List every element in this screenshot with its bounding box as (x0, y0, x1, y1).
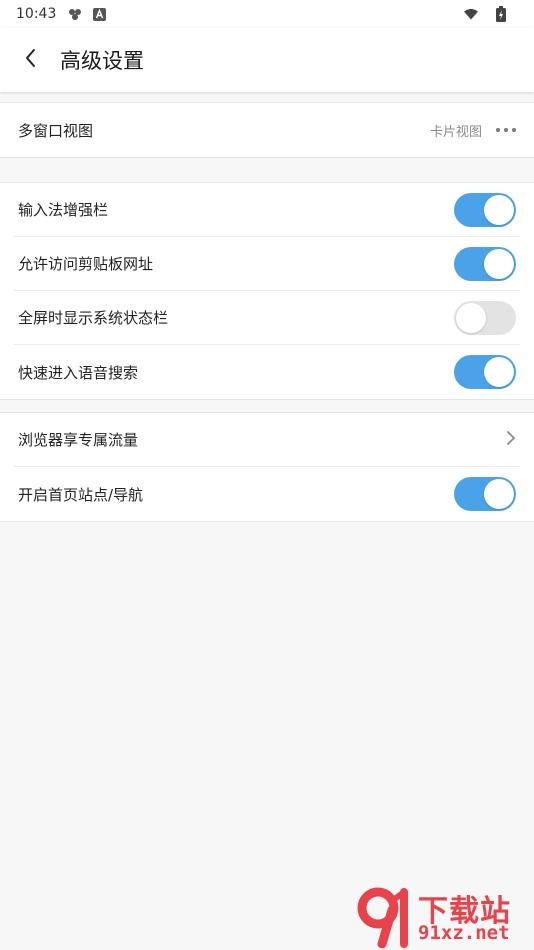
wifi-icon (464, 7, 478, 21)
input-method-bar-label: 输入法增强栏 (18, 201, 109, 219)
fullscreen-statusbar-row: 全屏时显示系统状态栏 (14, 291, 520, 345)
multi-window-view-value: 卡片视图 (429, 124, 482, 140)
watermark-url: 91xz.net (418, 922, 510, 944)
watermark: 下载站 91xz.net (356, 886, 526, 949)
notification-app-icon (68, 7, 82, 21)
watermark-logo-icon (356, 886, 416, 949)
fullscreen-statusbar-label: 全屏时显示系统状态栏 (18, 309, 169, 327)
voice-search-label: 快速进入语音搜索 (18, 363, 139, 382)
app-bar: 高级设置 (0, 28, 534, 92)
multi-window-view-row[interactable]: 多窗口视图 卡片视图 (14, 103, 520, 157)
chevron-left-icon (23, 47, 37, 73)
homepage-sites-row: 开启首页站点/导航 (14, 467, 520, 521)
back-button[interactable] (0, 28, 60, 92)
chevron-right-icon (506, 430, 516, 450)
clipboard-url-label: 允许访问剪贴板网址 (18, 255, 154, 273)
status-bar: 10:43 (0, 0, 534, 28)
clipboard-url-toggle[interactable] (454, 246, 516, 281)
font-a-icon (92, 7, 106, 21)
page-title: 高级设置 (60, 49, 144, 73)
extra-settings-group: 浏览器享专属流量 开启首页站点/导航 (0, 412, 534, 522)
input-method-bar-toggle[interactable] (454, 192, 516, 227)
exclusive-traffic-label: 浏览器享专属流量 (18, 431, 139, 449)
fullscreen-statusbar-toggle[interactable] (454, 300, 516, 335)
multi-window-view-label: 多窗口视图 (18, 121, 94, 140)
voice-search-row: 快速进入语音搜索 (14, 345, 520, 399)
more-dots-icon[interactable] (496, 128, 516, 132)
view-settings-group: 多窗口视图 卡片视图 (0, 102, 534, 158)
battery-icon (494, 6, 508, 22)
input-method-bar-row: 输入法增强栏 (14, 183, 520, 237)
homepage-sites-toggle[interactable] (454, 477, 516, 511)
status-time: 10:43 (16, 6, 57, 22)
feature-toggles-group: 输入法增强栏 允许访问剪贴板网址 全屏时显示系统状态栏 快速进入语音搜索 (0, 182, 534, 400)
clipboard-url-row: 允许访问剪贴板网址 (14, 237, 520, 291)
homepage-sites-label: 开启首页站点/导航 (18, 485, 144, 504)
voice-search-toggle[interactable] (454, 355, 516, 389)
exclusive-traffic-row[interactable]: 浏览器享专属流量 (14, 413, 520, 467)
